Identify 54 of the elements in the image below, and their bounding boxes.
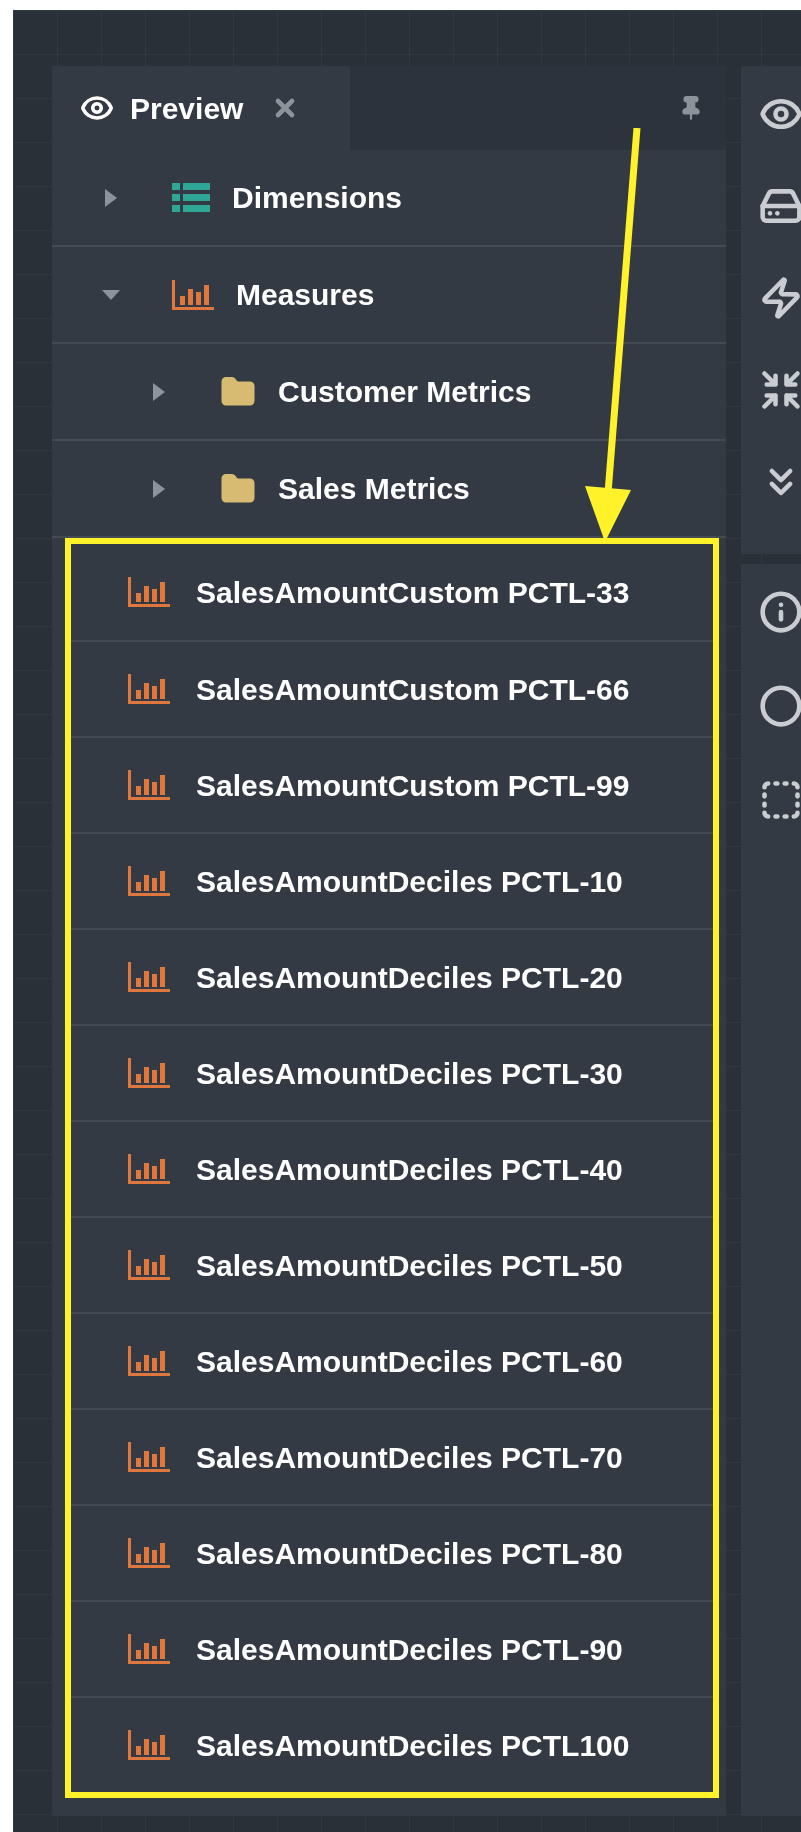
item-label: Measures [236,277,375,313]
tree-item[interactable]: Customer Metrics [52,344,726,441]
item-label: SalesAmountDeciles PCTL-90 [196,1631,623,1668]
bar-chart-icon [128,962,170,992]
tree-item[interactable]: SalesAmountDeciles PCTL-10 [71,832,713,928]
bar-chart-icon [128,1634,170,1664]
tree-item[interactable]: SalesAmountDeciles PCTL100 [71,1696,713,1792]
bar-chart-icon [128,1538,170,1568]
tree-item[interactable]: SalesAmountDeciles PCTL-20 [71,928,713,1024]
bar-chart-icon [128,1250,170,1280]
item-label: SalesAmountDeciles PCTL-80 [196,1535,623,1572]
item-label: SalesAmountDeciles PCTL-20 [196,959,623,996]
tree-item[interactable]: SalesAmountDeciles PCTL-50 [71,1216,713,1312]
tree-item[interactable]: SalesAmountDeciles PCTL-40 [71,1120,713,1216]
item-label: SalesAmountDeciles PCTL-40 [196,1151,623,1188]
tree-item[interactable]: SalesAmountCustom PCTL-99 [71,736,713,832]
bar-chart-icon [128,1058,170,1088]
item-label: SalesAmountDeciles PCTL-50 [196,1247,623,1284]
tree-item[interactable]: Dimensions [52,150,726,247]
preview-tab[interactable]: Preview [52,66,350,150]
item-label: SalesAmountDeciles PCTL-10 [196,863,623,900]
bar-chart-icon [128,866,170,896]
item-label: SalesAmountDeciles PCTL-70 [196,1439,623,1476]
bar-chart-icon [128,1154,170,1184]
tree-item[interactable]: Measures [52,247,726,344]
item-label: SalesAmountCustom PCTL-99 [196,767,630,804]
item-label: Dimensions [232,180,403,216]
tab-title: Preview [130,90,244,127]
item-label: Sales Metrics [278,471,470,507]
shrink-arrows-icon[interactable] [759,368,801,412]
tree-item[interactable]: SalesAmountCustom PCTL-66 [71,640,713,736]
tree-item[interactable]: SalesAmountDeciles PCTL-90 [71,1600,713,1696]
item-label: SalesAmountCustom PCTL-33 [196,574,630,611]
frame-icon[interactable] [759,778,801,822]
tree-item[interactable]: SalesAmountDeciles PCTL-30 [71,1024,713,1120]
list-icon [172,182,210,213]
lightning-icon[interactable] [759,276,801,320]
bar-chart-icon [128,770,170,800]
bar-chart-icon [172,279,214,310]
bar-chart-icon [128,674,170,704]
info-icon[interactable] [759,590,801,634]
item-label: Customer Metrics [278,374,532,410]
item-label: SalesAmountDeciles PCTL-30 [196,1055,623,1092]
item-label: SalesAmountCustom PCTL-66 [196,671,630,708]
bar-chart-icon [128,1730,170,1760]
item-label: SalesAmountDeciles PCTL-60 [196,1343,623,1380]
tree-item[interactable]: SalesAmountDeciles PCTL-80 [71,1504,713,1600]
bar-chart-icon [128,1442,170,1472]
bar-chart-icon [128,1346,170,1376]
bar-chart-icon [128,577,170,607]
tree-item[interactable]: SalesAmountDeciles PCTL-70 [71,1408,713,1504]
tree-item[interactable]: SalesAmountCustom PCTL-33 [71,544,713,640]
tree-item[interactable]: SalesAmountDeciles PCTL-60 [71,1312,713,1408]
item-label: SalesAmountDeciles PCTL100 [196,1727,630,1764]
